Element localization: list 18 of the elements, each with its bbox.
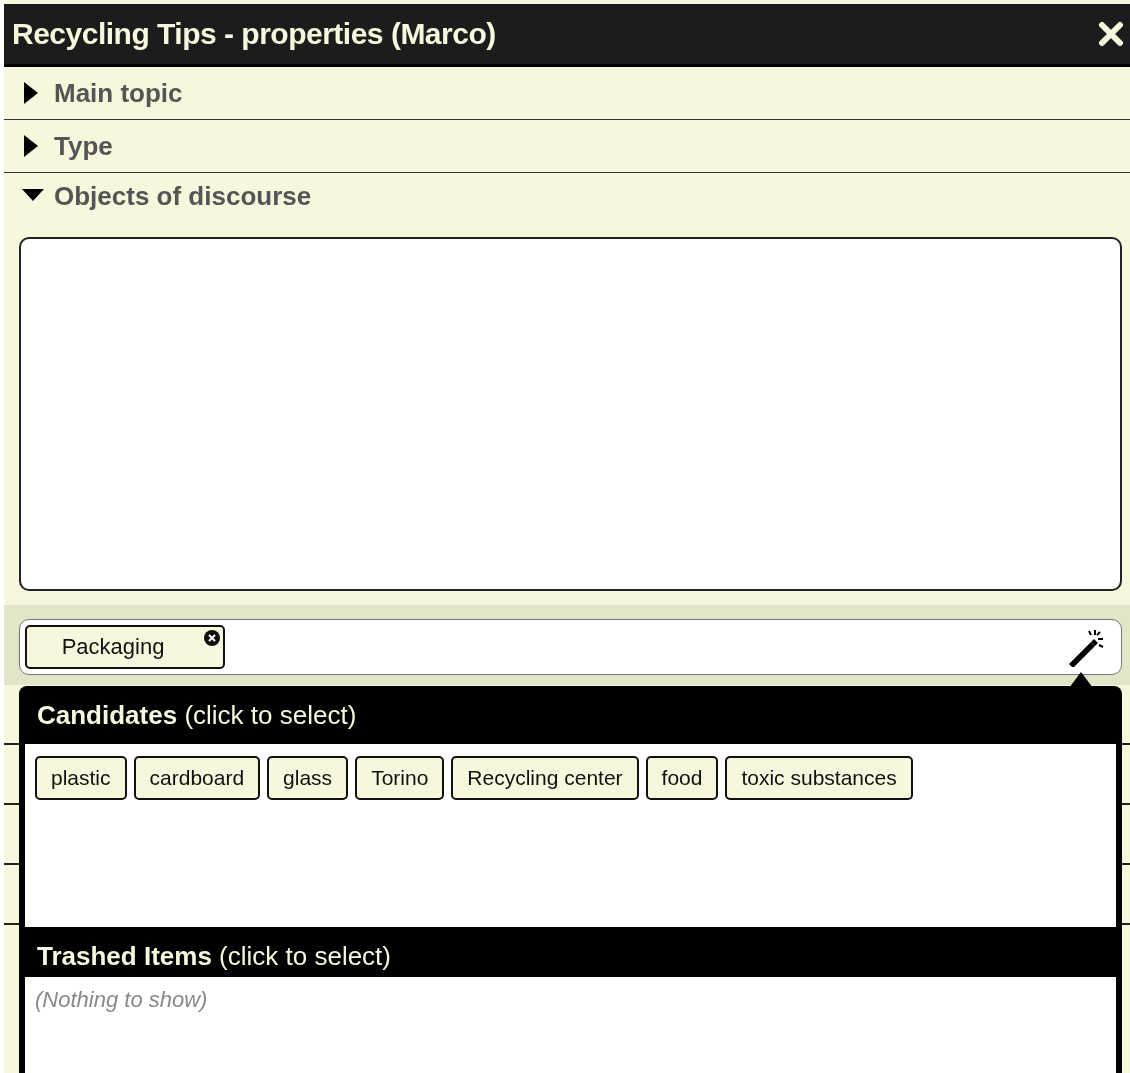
section-header[interactable]: Type xyxy=(4,120,1130,173)
candidate-chip[interactable]: Torino xyxy=(355,756,445,800)
empty-message: (Nothing to show) xyxy=(35,987,208,1012)
section-heading: Trashed Items (click to select) xyxy=(36,940,392,973)
candidate-chip[interactable]: toxic substances xyxy=(725,756,913,800)
section-header[interactable]: Objects of discourse xyxy=(4,173,1130,219)
candidate-chip[interactable]: plastic xyxy=(35,756,127,800)
close-icon[interactable] xyxy=(1098,21,1124,47)
tag-input-field[interactable]: Packaging xyxy=(19,619,1122,675)
candidate-chip[interactable]: cardboard xyxy=(133,756,261,800)
candidate-chip[interactable]: food xyxy=(645,756,719,800)
tag-chip[interactable]: Packaging xyxy=(25,625,225,669)
candidate-chip[interactable]: glass xyxy=(267,756,349,800)
window-title: Recycling Tips - properties (Marco) xyxy=(12,17,496,51)
section-heading: Candidates (click to select) xyxy=(36,699,358,732)
remove-icon[interactable] xyxy=(203,629,221,647)
candidate-chip[interactable]: Recycling center xyxy=(451,756,639,800)
section-header[interactable]: Main topic xyxy=(4,67,1130,120)
